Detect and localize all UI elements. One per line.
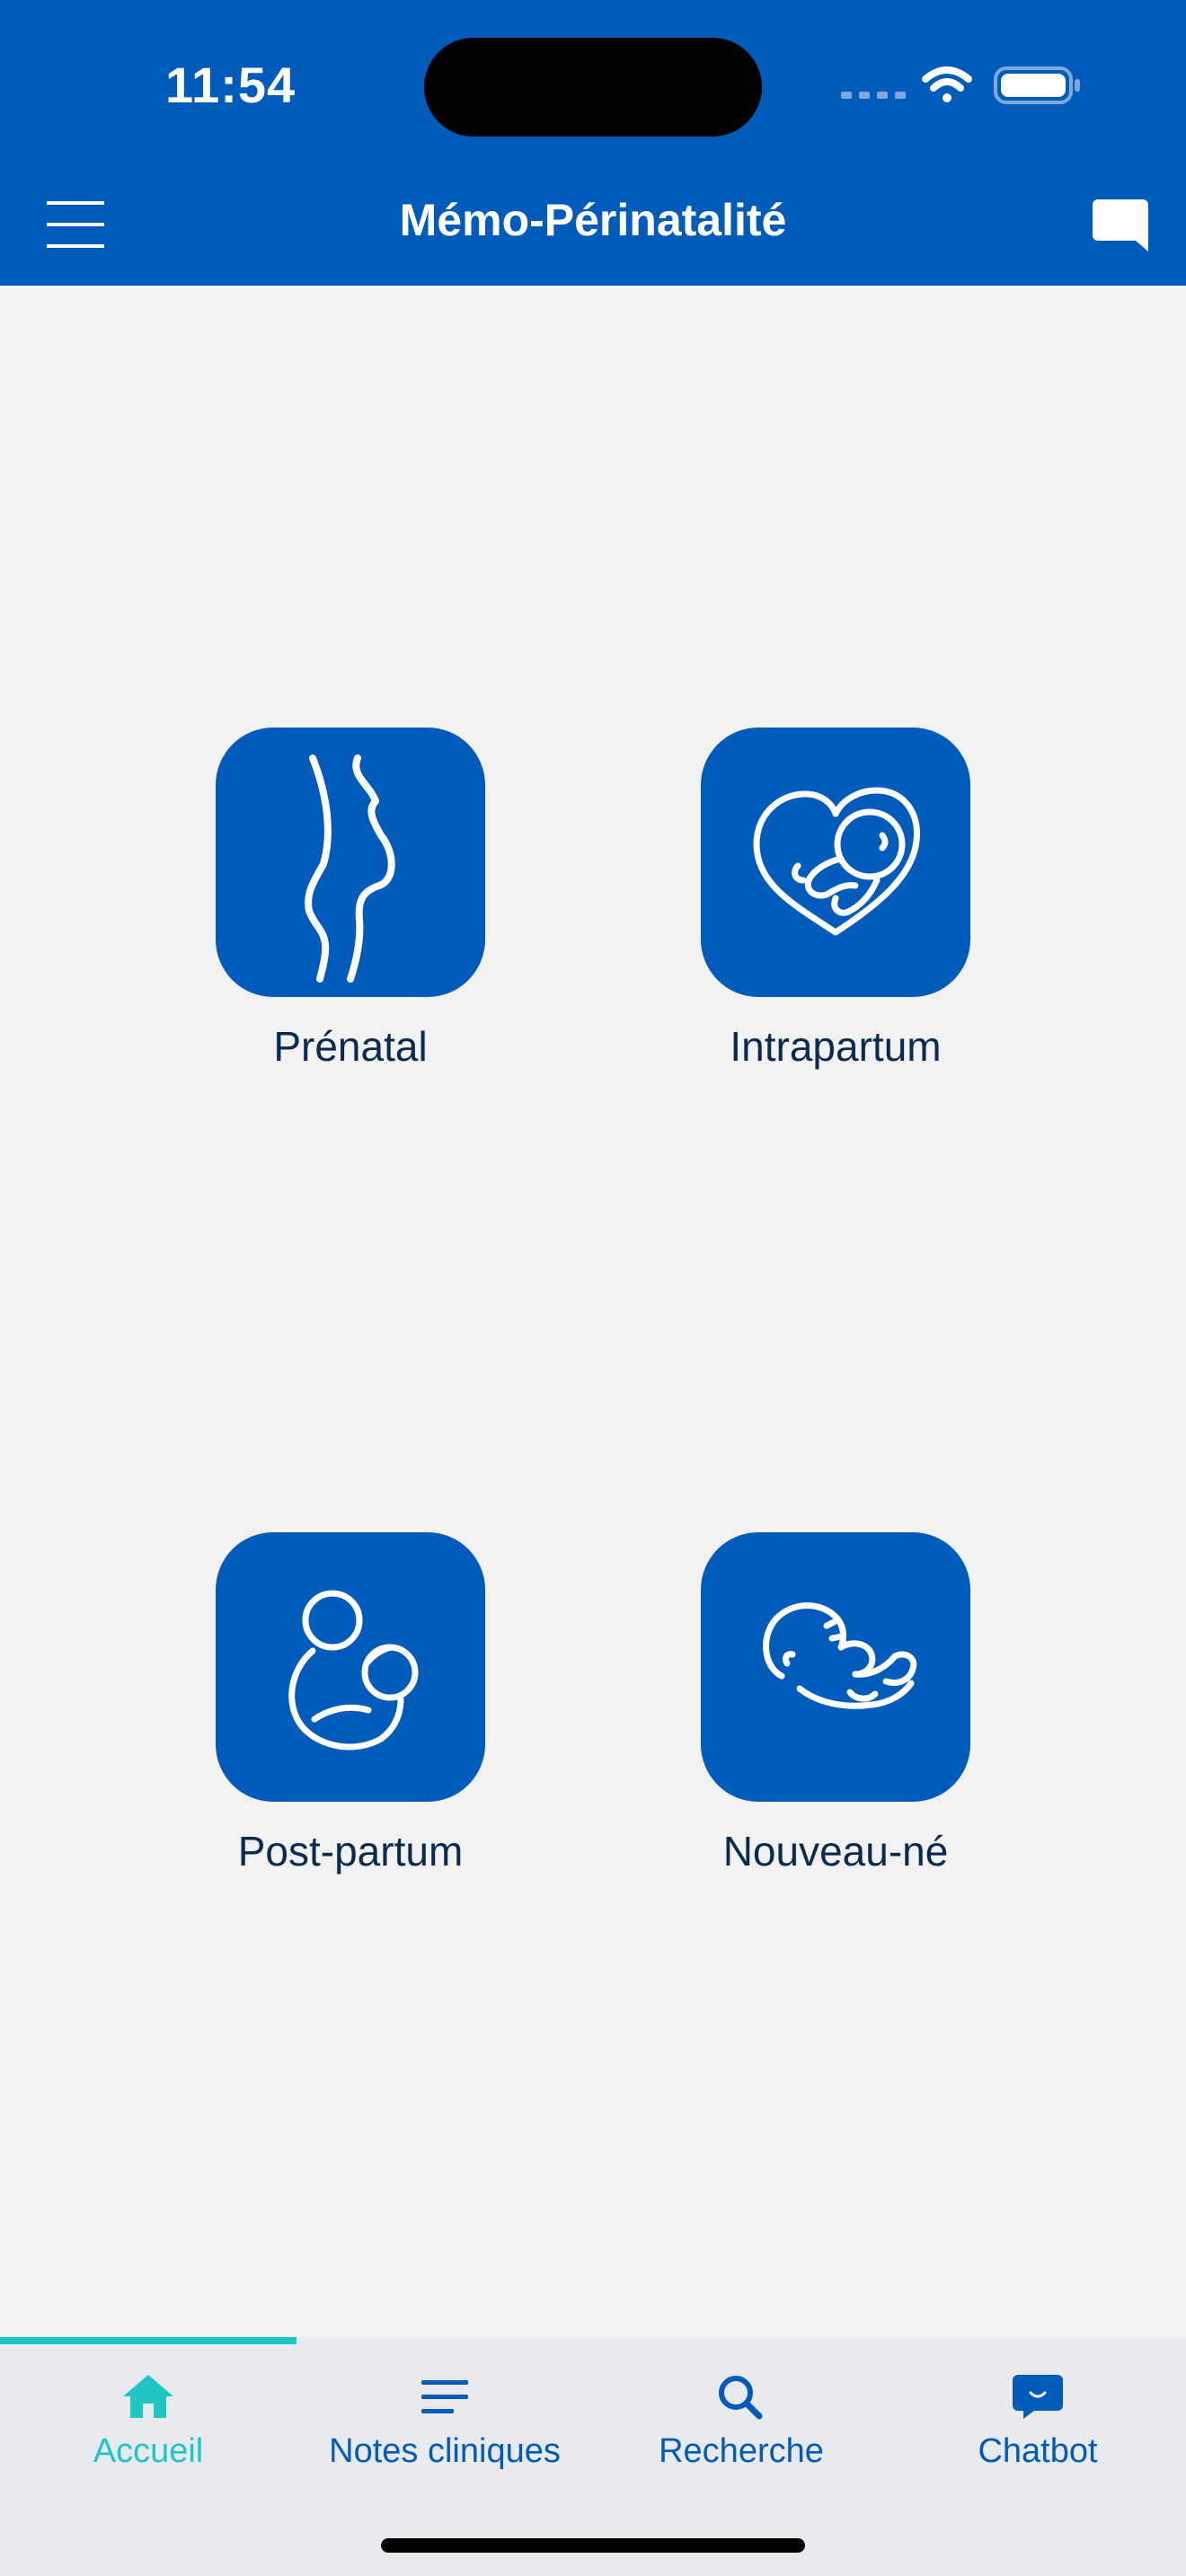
tab-chatbot[interactable]: Chatbot: [890, 2373, 1186, 2499]
tab-notes-cliniques-label: Notes cliniques: [329, 2432, 561, 2470]
status-time: 11:54: [165, 57, 296, 113]
tab-recherche-label: Recherche: [659, 2432, 824, 2470]
tab-accueil[interactable]: Accueil: [0, 2373, 296, 2499]
tile-nouveau-ne-label: Nouveau-né: [722, 1828, 949, 1875]
message-bubble-icon: [1093, 199, 1148, 251]
cellular-signal-icon: [841, 92, 906, 99]
tile-post-partum[interactable]: Post-partum: [216, 1532, 485, 1875]
chat-bubble-icon: [1013, 2375, 1063, 2419]
menu-button[interactable]: [43, 196, 108, 253]
tab-accueil-label: Accueil: [93, 2432, 204, 2470]
search-icon: [719, 2376, 763, 2420]
tile-prenatal-icon-box: [216, 728, 485, 997]
mother-holding-baby-icon: [288, 1590, 419, 1751]
home-indicator: [381, 2538, 805, 2553]
wifi-icon: [922, 66, 972, 102]
tile-intrapartum[interactable]: Intrapartum: [701, 728, 970, 1071]
active-tab-indicator: [0, 2337, 296, 2344]
battery-icon: [994, 66, 1080, 104]
dynamic-island: [424, 38, 762, 137]
tab-recherche[interactable]: Recherche: [593, 2373, 890, 2499]
tile-intrapartum-icon-box: [701, 728, 970, 997]
app-header: 11:54 Mémo-Périnatalité: [0, 0, 1186, 286]
tile-intrapartum-label: Intrapartum: [730, 1023, 942, 1070]
status-icons: [841, 66, 1080, 104]
tab-chatbot-label: Chatbot: [978, 2432, 1098, 2470]
pregnant-silhouette-icon: [305, 754, 395, 983]
hamburger-menu-icon: [47, 201, 104, 248]
newborn-icon: [763, 1602, 917, 1709]
home-icon: [123, 2375, 173, 2418]
tile-prenatal[interactable]: Prénatal: [216, 728, 485, 1071]
tile-nouveau-ne[interactable]: Nouveau-né: [701, 1532, 970, 1875]
tile-post-partum-icon-box: [216, 1532, 485, 1802]
tile-nouveau-ne-icon-box: [701, 1532, 970, 1802]
tile-prenatal-label: Prénatal: [273, 1023, 428, 1070]
page-title: Mémo-Périnatalité: [399, 195, 787, 245]
tab-notes-cliniques[interactable]: Notes cliniques: [296, 2373, 593, 2499]
message-button[interactable]: [1091, 196, 1150, 253]
notes-lines-icon: [421, 2380, 468, 2413]
fetus-in-heart-icon: [753, 787, 921, 936]
tile-post-partum-label: Post-partum: [237, 1828, 464, 1875]
